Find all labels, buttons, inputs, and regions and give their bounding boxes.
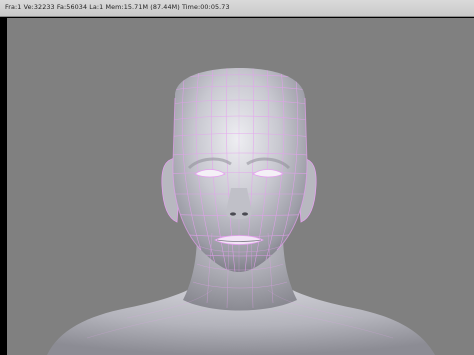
3d-viewport[interactable] (7, 18, 474, 355)
left-nostril (230, 212, 236, 216)
mesh-render (47, 68, 435, 355)
window-frame: Fra:1 Ve:32233 Fa:56034 La:1 Mem:15.71M … (0, 0, 474, 355)
render-stats-text: Fra:1 Ve:32233 Fa:56034 La:1 Mem:15.71M … (5, 3, 230, 11)
info-header: Fra:1 Ve:32233 Fa:56034 La:1 Mem:15.71M … (0, 0, 474, 17)
right-nostril (242, 212, 248, 216)
